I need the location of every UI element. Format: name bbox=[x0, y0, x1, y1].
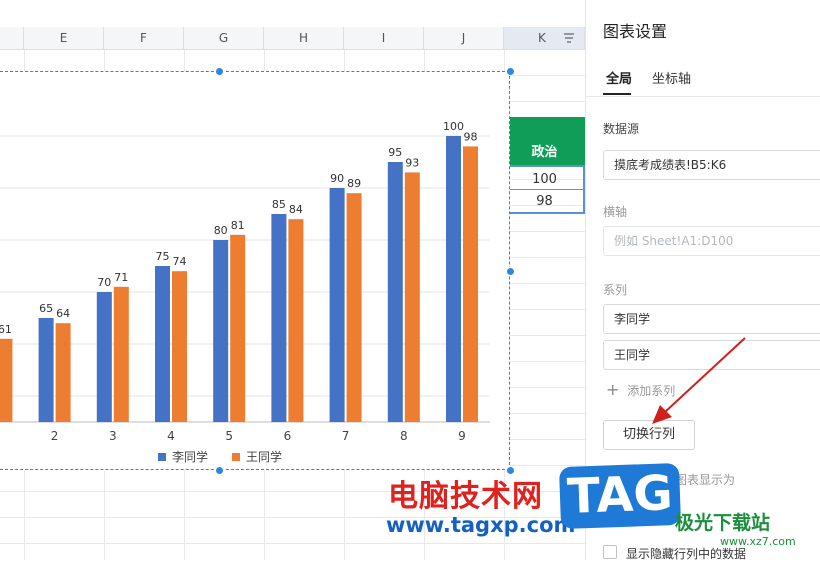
chart-data-label: 70 bbox=[97, 276, 111, 289]
chart-category-label: 4 bbox=[167, 429, 175, 443]
chart-data-label: 100 bbox=[443, 120, 464, 133]
bar-chart: 61 65 64 2 70 71 3 75 74 4 80 81 5 85 84 6 90 89 7 9593 8 100… bbox=[0, 120, 490, 464]
watermark-jg-url: www.xz7.com bbox=[720, 535, 796, 548]
chart-category-label: 2 bbox=[51, 429, 59, 443]
watermark-site-name: 电脑技术网 bbox=[388, 479, 543, 514]
cell-k-value-1[interactable]: 100 bbox=[504, 165, 585, 190]
cell-k-header[interactable]: 政治 bbox=[504, 140, 585, 165]
chart-category-label: 5 bbox=[225, 429, 233, 443]
watermark-jg-name: 极光下载站 bbox=[675, 512, 771, 534]
chart-bar bbox=[271, 214, 287, 422]
data-source-label: 数据源 bbox=[603, 122, 640, 136]
chart-category-label: 9 bbox=[458, 429, 466, 443]
data-source-field[interactable]: 摸底考成绩表!B5:K6 bbox=[603, 150, 820, 180]
chart-bar bbox=[172, 271, 187, 422]
watermark-site-url: www.tagxp.com bbox=[386, 513, 576, 537]
series-item-2[interactable]: 王同学 bbox=[603, 340, 820, 370]
chart-bar bbox=[346, 193, 362, 422]
panel-title: 图表设置 bbox=[603, 22, 668, 41]
series-label: 系列 bbox=[603, 283, 628, 297]
chart-object[interactable]: 61 65 64 2 70 71 3 75 74 4 80 81 5 85 84 6 90 89 7 95 93 8 100… bbox=[0, 71, 510, 470]
chart-data-label: 65 bbox=[39, 302, 53, 315]
watermark-tag-text: TAG bbox=[566, 465, 674, 525]
chart-data-label: 71 bbox=[114, 271, 128, 284]
chart-category-label: 7 bbox=[342, 429, 350, 443]
column-header-f[interactable]: F bbox=[104, 27, 184, 49]
chart-bar bbox=[230, 234, 246, 422]
active-tab-underline bbox=[603, 93, 631, 95]
chart-bar bbox=[446, 136, 461, 422]
cell-k-top-green[interactable] bbox=[510, 117, 585, 140]
sheet-toolbar-strip bbox=[0, 0, 585, 28]
chart-data-label: 75 bbox=[156, 250, 170, 263]
chart-data-label: 84 bbox=[289, 203, 303, 216]
chart-bar bbox=[387, 162, 403, 422]
add-series-button[interactable]: + 添加系列 bbox=[606, 380, 675, 399]
plus-icon: + bbox=[606, 380, 620, 399]
resize-handle-bottom[interactable] bbox=[215, 466, 224, 475]
chart-legend-swatch bbox=[158, 453, 166, 461]
chart-data-label: 95 bbox=[388, 146, 402, 159]
chart-bar bbox=[38, 318, 54, 422]
chart-bar bbox=[463, 146, 478, 422]
tab-axis[interactable]: 坐标轴 bbox=[652, 68, 691, 87]
chart-data-label: 74 bbox=[173, 255, 187, 268]
chart-legend-label: 李同学 bbox=[172, 449, 208, 464]
chart-data-label: 81 bbox=[231, 219, 245, 232]
chart-bar bbox=[288, 219, 304, 422]
chart-data-label: 90 bbox=[330, 172, 344, 185]
column-header-h[interactable]: H bbox=[264, 27, 344, 49]
chart-legend-swatch bbox=[232, 453, 240, 461]
watermark-tag-logo: TAG bbox=[558, 462, 682, 530]
chart-category-label: 3 bbox=[109, 429, 117, 443]
cell-k-value-2[interactable]: 98 bbox=[504, 189, 585, 214]
tabs-divider bbox=[586, 96, 820, 97]
tab-global[interactable]: 全局 bbox=[606, 68, 632, 87]
x-axis-label: 横轴 bbox=[603, 205, 628, 219]
column-header-partial[interactable] bbox=[0, 27, 24, 49]
switch-row-column-button[interactable]: 切换行列 bbox=[603, 420, 695, 450]
chart-data-label: 89 bbox=[347, 177, 361, 190]
column-header-k[interactable]: K bbox=[504, 27, 585, 49]
resize-handle-right[interactable] bbox=[506, 267, 515, 276]
chart-legend-label: 王同学 bbox=[246, 449, 282, 464]
chart-bar bbox=[96, 292, 112, 422]
column-header-i[interactable]: I bbox=[344, 27, 424, 49]
chart-data-label: 61 bbox=[0, 323, 12, 336]
chart-category-label: 6 bbox=[284, 429, 292, 443]
chart-data-label: 64 bbox=[56, 307, 70, 320]
chart-bar bbox=[213, 240, 229, 422]
column-header-g[interactable]: G bbox=[184, 27, 264, 49]
chart-data-label: 98 bbox=[464, 130, 478, 143]
column-header-e[interactable]: E bbox=[24, 27, 104, 49]
column-header-j[interactable]: J bbox=[424, 27, 504, 49]
show-hidden-checkbox[interactable] bbox=[603, 545, 617, 559]
resize-handle-top-right[interactable] bbox=[506, 67, 515, 76]
chart-bar bbox=[404, 172, 420, 422]
chart-data-label: 93 bbox=[405, 156, 419, 169]
resize-handle-top[interactable] bbox=[215, 67, 224, 76]
chart-data-label: 80 bbox=[214, 224, 228, 237]
chart-bar bbox=[55, 323, 71, 422]
chart-bar bbox=[329, 188, 345, 422]
add-series-label: 添加系列 bbox=[627, 384, 676, 398]
chart-data-label: 85 bbox=[272, 198, 286, 211]
chart-category-label: 8 bbox=[400, 429, 408, 443]
chart-bar bbox=[113, 286, 129, 422]
chart-bar bbox=[0, 338, 13, 422]
x-axis-field[interactable]: 例如 Sheet!A1:D100 bbox=[603, 226, 820, 256]
column-header-bar: E F G H I J K bbox=[0, 27, 585, 50]
chart-bar bbox=[155, 266, 170, 422]
column-header-k-label: K bbox=[538, 31, 546, 45]
series-item-1[interactable]: 李同学 bbox=[603, 304, 820, 334]
